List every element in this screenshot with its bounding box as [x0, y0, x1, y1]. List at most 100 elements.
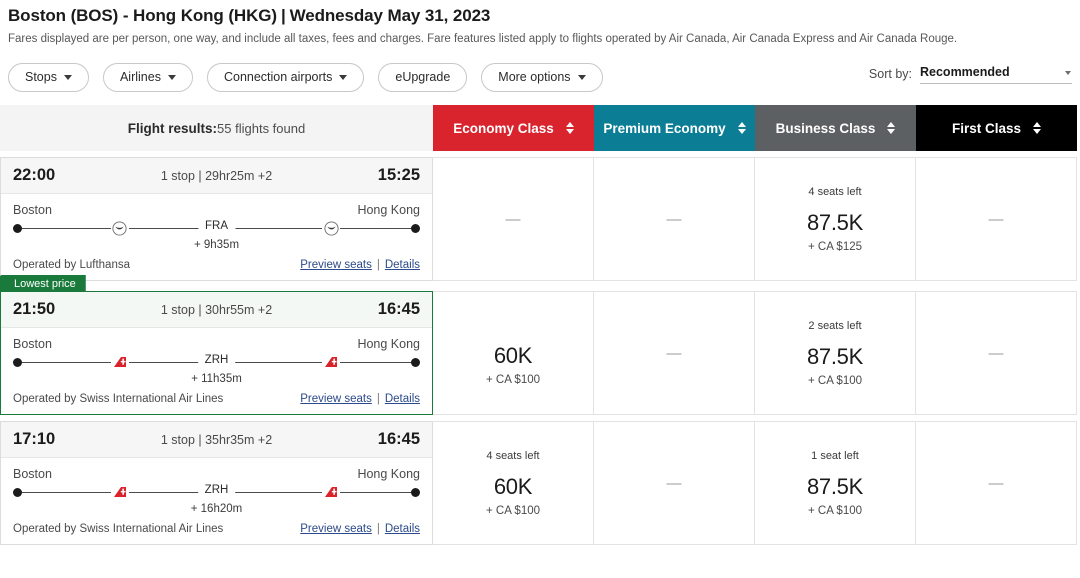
fare-unavailable: — [988, 474, 1004, 492]
origin-dot-icon [13, 358, 22, 367]
fare-cash: + CA $100 [485, 373, 541, 386]
connection-airport: ZRH [197, 484, 236, 496]
flight-row: 22:00 1 stop | 29hr25m +2 15:25 Boston Hong … [0, 157, 1080, 281]
swiss-tailfin-icon [110, 484, 129, 500]
fare-unavailable: — [988, 210, 1004, 228]
sort-arrows-icon[interactable] [737, 122, 746, 134]
fare-unavailable: — [666, 344, 682, 362]
city-pair-row: Boston Hong Kong [1, 458, 432, 481]
lufthansa-crane-icon [322, 220, 341, 236]
filter-more-options-button[interactable]: More options [481, 62, 603, 92]
filter-label: Connection airports [223, 70, 333, 84]
fare-cell-premium-economy: — [594, 421, 755, 545]
cabin-header-first-class[interactable]: First Class [916, 105, 1077, 151]
route-text: Boston (BOS) - Hong Kong (HKG) [8, 6, 277, 25]
layover-duration: + 11h35m [191, 373, 242, 385]
flight-results-page: Boston (BOS) - Hong Kong (HKG) | Wednesday… [0, 0, 1080, 578]
fare-cell-economy-class[interactable]: 60K + CA $100 [433, 291, 594, 415]
results-label: Flight results: [127, 120, 218, 136]
fare-cash: + CA $100 [807, 504, 863, 517]
route-line: ZRH [13, 484, 420, 500]
fare-unavailable: — [505, 210, 521, 228]
chevron-down-icon [63, 74, 72, 80]
fare-points: 87.5K [807, 473, 863, 499]
flight-row: Lowest price 21:50 1 stop | 30hr55m +2 16:4… [0, 275, 1080, 415]
swiss-tailfin-icon [322, 354, 341, 370]
cabin-label: Premium Economy [603, 120, 726, 136]
flight-details-cell[interactable]: Lowest price 21:50 1 stop | 30hr55m +2 16:4… [0, 275, 433, 415]
details-link[interactable]: Details [385, 393, 420, 405]
filter-connection-airports-button[interactable]: Connection airports [206, 62, 365, 92]
filter-label: More options [498, 70, 571, 84]
fare-cell-economy-class[interactable]: 4 seats left 60K + CA $100 [433, 421, 594, 545]
details-link[interactable]: Details [385, 259, 420, 271]
filter-pill-group: Stops Airlines Connection airports eUpgrade… [8, 62, 603, 92]
results-count: 55 flights found [217, 120, 306, 136]
flight-details-cell[interactable]: 17:10 1 stop | 35hr35m +2 16:45 Boston Hong … [0, 421, 433, 545]
origin-city: Boston [13, 467, 52, 481]
filter-stops-button[interactable]: Stops [8, 62, 89, 92]
chevron-down-icon [577, 74, 586, 80]
destination-dot-icon [411, 224, 420, 233]
cabin-header-economy-class[interactable]: Economy Class [433, 105, 594, 151]
preview-seats-link[interactable]: Preview seats [300, 393, 372, 405]
fare-points: 87.5K [807, 209, 863, 235]
fare-cash: + CA $100 [807, 374, 863, 387]
duration-stops-summary: 1 stop | 29hr25m +2 [160, 168, 273, 183]
fare-cell-premium-economy: — [594, 157, 755, 281]
fare-cash: + CA $100 [485, 504, 541, 517]
sort-control: Sort by: Recommended [869, 63, 1072, 84]
filter-eupgrade-button[interactable]: eUpgrade [378, 62, 468, 92]
connection-airport: FRA [198, 220, 235, 232]
sort-value: Recommended [920, 65, 1010, 79]
sort-dropdown[interactable]: Recommended [920, 63, 1072, 84]
cabin-header-business-class[interactable]: Business Class [755, 105, 916, 151]
fare-unavailable: — [988, 344, 1004, 362]
connection-airport: ZRH [197, 354, 236, 366]
sort-arrows-icon[interactable] [887, 122, 896, 134]
cabin-header-premium-economy[interactable]: Premium Economy [594, 105, 755, 151]
fare-cell-business-class[interactable]: 1 seat left 87.5K + CA $100 [755, 421, 916, 545]
chevron-down-icon [167, 74, 176, 80]
origin-city: Boston [13, 203, 52, 217]
fare-cash: + CA $125 [807, 240, 863, 253]
lowest-price-badge: Lowest price [0, 275, 86, 292]
origin-city: Boston [13, 337, 52, 351]
origin-dot-icon [13, 488, 22, 497]
destination-dot-icon [411, 488, 420, 497]
fare-cell-business-class[interactable]: 4 seats left 87.5K + CA $125 [755, 157, 916, 281]
fare-cell-business-class[interactable]: 2 seats left 87.5K + CA $100 [755, 291, 916, 415]
fare-unavailable: — [666, 474, 682, 492]
seats-left-label: 1 seat left [811, 449, 859, 462]
flight-links: Preview seats | Details [300, 259, 420, 271]
filter-label: eUpgrade [395, 70, 451, 84]
seats-left-label: 4 seats left [486, 449, 540, 462]
sort-label: Sort by: [868, 66, 912, 81]
flight-results-summary: Flight results: 55 flights found [0, 105, 433, 151]
layover-duration: + 16h20m [190, 503, 243, 515]
operated-by: Operated by Lufthansa [13, 259, 130, 271]
link-divider: | [376, 523, 380, 535]
fare-cell-first-class: — [916, 421, 1077, 545]
flight-details-cell[interactable]: 22:00 1 stop | 29hr25m +2 15:25 Boston Hong … [0, 157, 433, 281]
destination-city: Hong Kong [357, 467, 420, 481]
details-link[interactable]: Details [385, 523, 420, 535]
flight-links: Preview seats | Details [300, 523, 420, 535]
sort-arrows-icon[interactable] [1033, 122, 1042, 134]
city-pair-row: Boston Hong Kong [1, 328, 432, 351]
filter-label: Stops [25, 70, 57, 84]
filter-label: Airlines [119, 70, 161, 84]
flight-row: 17:10 1 stop | 35hr35m +2 16:45 Boston Hong … [0, 421, 1080, 545]
departure-date: Wednesday May 31, 2023 [289, 6, 491, 25]
preview-seats-link[interactable]: Preview seats [300, 523, 372, 535]
origin-dot-icon [13, 224, 22, 233]
filter-airlines-button[interactable]: Airlines [102, 62, 193, 92]
sort-arrows-icon[interactable] [565, 122, 574, 134]
seats-left-label: 2 seats left [808, 319, 862, 332]
fare-points: 60K [493, 473, 533, 499]
fare-points: 60K [493, 342, 533, 368]
flight-links: Preview seats | Details [300, 393, 420, 405]
flight-time-strip: 17:10 1 stop | 35hr35m +2 16:45 [1, 422, 432, 458]
flight-time-strip: 21:50 1 stop | 30hr55m +2 16:45 [1, 292, 432, 328]
preview-seats-link[interactable]: Preview seats [300, 259, 372, 271]
